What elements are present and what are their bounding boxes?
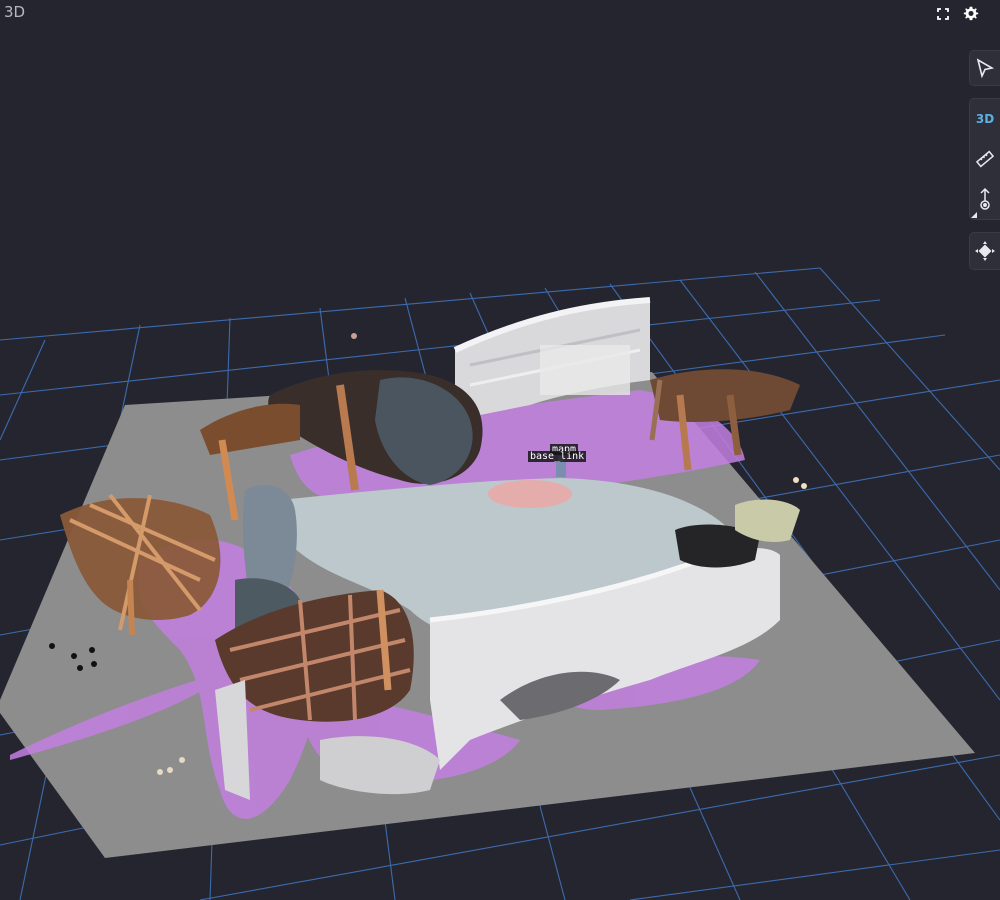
select-tool-button[interactable] [969, 50, 1000, 86]
3d-viewport[interactable]: mapm base_link 3D 3D [0, 0, 1000, 900]
toggle-3d-button[interactable]: 3D [970, 99, 1000, 139]
publish-pose-icon [980, 187, 990, 210]
cursor-arrow-icon [976, 58, 994, 78]
panel-title: 3D [4, 3, 26, 21]
move-camera-button[interactable] [969, 232, 1000, 270]
tool-group: 3D [969, 98, 1000, 220]
fullscreen-icon[interactable] [934, 5, 952, 23]
base-link-frame-label: base_link [528, 451, 587, 462]
gear-icon[interactable] [962, 5, 980, 23]
ruler-icon [975, 150, 995, 168]
point-cloud-scene[interactable] [0, 0, 1000, 900]
move-arrows-icon [975, 241, 995, 261]
submenu-corner-icon [971, 212, 977, 218]
measure-button[interactable] [970, 139, 1000, 179]
publish-pose-button[interactable] [970, 179, 1000, 219]
robot-footprint [488, 480, 572, 508]
mode-label: 3D [975, 112, 995, 126]
